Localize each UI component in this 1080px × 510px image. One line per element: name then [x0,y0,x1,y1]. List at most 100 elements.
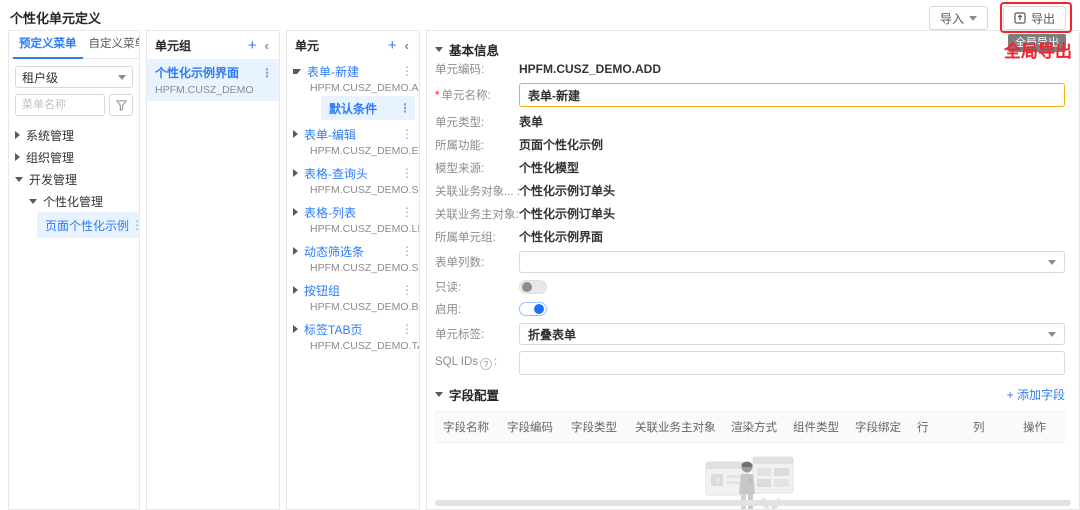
import-button-label: 导入 [940,10,964,27]
tree-item-label: 个性化管理 [43,193,103,210]
caret-down-icon[interactable] [293,69,301,74]
basic-info-section-header[interactable]: 基本信息 [435,37,1065,61]
tab-custom-menu[interactable]: 自定义菜单 [83,31,141,59]
export-button[interactable]: 导出 [1003,6,1066,30]
add-field-button[interactable]: + 添加字段 [1007,386,1065,403]
caret-right-icon[interactable] [293,286,298,294]
more-actions-icon[interactable]: ⋮ [399,322,415,336]
unit-item-label: 表单-编辑 [304,126,356,143]
chevron-down-icon [1048,260,1056,265]
export-button-label: 导出 [1031,10,1055,27]
more-actions-icon[interactable]: ⋮ [259,66,275,80]
unit-item-row[interactable]: 动态筛选条 ⋮ [293,241,415,261]
unit-group-panel: 单元组 + ‹ 个性化示例界面 ⋮ HPFM.CUSZ_DEMO [146,30,280,510]
unit-item-row[interactable]: 表单-编辑 ⋮ [293,124,415,144]
field-label-unit-name: *单元名称: [435,87,519,103]
add-unit-icon[interactable]: + [388,37,397,54]
caret-down-icon [435,47,443,52]
tree-item-label: 组织管理 [26,149,74,166]
more-actions-icon[interactable]: ⋮ [399,127,415,141]
unit-item-label: 标签TAB页 [304,321,362,338]
page-title: 个性化单元定义 [10,8,101,27]
col-field-type: 字段类型 [563,419,627,435]
horizontal-scrollbar[interactable] [435,500,1071,506]
unit-item-code: HPFM.CUSZ_DEMO.BUTT... [310,301,415,313]
caret-right-icon[interactable] [293,169,298,177]
more-actions-icon[interactable]: ⋮ [399,244,415,258]
menu-panel: 预定义菜单 自定义菜单 ‹ 租户级 系统管理 组织管理 开 [8,30,140,510]
col-field-binding: 字段绑定 [847,419,909,435]
caret-down-icon[interactable] [15,177,23,182]
caret-right-icon[interactable] [15,131,20,139]
unit-item-table-search-header: 表格-查询头 ⋮ HPFM.CUSZ_DEMO.SEARCH [287,161,419,200]
collapse-panel-icon[interactable]: ‹ [263,38,271,53]
more-actions-icon[interactable]: ⋮ [399,205,415,219]
level-select-value: 租户级 [22,69,118,86]
unit-item-row[interactable]: 按钮组 ⋮ [293,280,415,300]
readonly-toggle[interactable] [519,280,547,294]
unit-label-select[interactable]: 折叠表单 [519,323,1065,345]
enabled-toggle[interactable] [519,302,547,316]
field-value-function: 页面个性化示例 [519,136,603,153]
unit-item-row[interactable]: 表格-列表 ⋮ [293,202,415,222]
field-config-section-header: 字段配置 + 添加字段 [435,381,1065,407]
field-label-unit-label: 单元标签: [435,326,519,342]
unit-item-label: 动态筛选条 [304,243,364,260]
unit-item-row[interactable]: 表单-新建 ⋮ [293,61,415,81]
unit-item-row[interactable]: 表格-查询头 ⋮ [293,163,415,183]
more-actions-icon[interactable]: ⋮ [397,101,413,115]
toggle-knob [534,304,544,314]
tree-item-dev-mgmt[interactable]: 开发管理 [9,168,139,190]
field-label-form-columns: 表单列数: [435,254,519,270]
caret-right-icon[interactable] [293,130,298,138]
chevron-down-icon [969,16,977,21]
unit-child-default-condition[interactable]: 默认条件 ⋮ [321,96,415,120]
col-row: 行 [909,419,965,435]
unit-item-label: 表格-列表 [304,204,356,221]
filter-button[interactable] [109,94,133,116]
more-actions-icon[interactable]: ⋮ [399,64,415,78]
more-actions-icon[interactable]: ⋮ [399,166,415,180]
menu-tree: 系统管理 组织管理 开发管理 个性化管理 页面个性化示例 ⋮ [9,124,139,238]
caret-right-icon[interactable] [293,247,298,255]
menu-search-input[interactable] [15,94,105,116]
unit-label-value: 折叠表单 [528,326,1048,343]
unit-item-row[interactable]: 标签TAB页 ⋮ [293,319,415,339]
help-icon[interactable]: ? [480,358,492,370]
tree-item-org-mgmt[interactable]: 组织管理 [9,146,139,168]
unit-item-label: 按钮组 [304,282,340,299]
tree-item-label: 页面个性化示例 [45,217,129,234]
more-actions-icon[interactable]: ⋮ [399,283,415,297]
unit-item-code: HPFM.CUSZ_DEMO.TAB [310,340,415,352]
caret-right-icon[interactable] [293,325,298,333]
caret-down-icon[interactable] [435,392,443,397]
field-config-table-header: 字段名称 字段编码 字段类型 关联业务主对象 渲染方式 组件类型 字段绑定 行 … [435,411,1065,443]
caret-right-icon[interactable] [293,208,298,216]
unit-group-panel-title: 单元组 [155,37,191,54]
unit-item-form-add: 表单-新建 ⋮ HPFM.CUSZ_DEMO.ADD 默认条件 ⋮ [287,59,419,122]
tree-item-page-personalization-demo[interactable]: 页面个性化示例 ⋮ [37,212,139,238]
field-value-unit-code: HPFM.CUSZ_DEMO.ADD [519,62,661,76]
tree-item-system-mgmt[interactable]: 系统管理 [9,124,139,146]
unit-item-code: HPFM.CUSZ_DEMO.SEAR... [310,262,415,274]
add-unit-group-icon[interactable]: + [248,37,257,54]
field-label-enabled: 启用: [435,301,519,317]
unit-item-code: HPFM.CUSZ_DEMO.LIST [310,223,415,235]
collapse-panel-icon[interactable]: ‹ [403,38,411,53]
unit-item-form-edit: 表单-编辑 ⋮ HPFM.CUSZ_DEMO.EDIT [287,122,419,161]
unit-group-item[interactable]: 个性化示例界面 ⋮ HPFM.CUSZ_DEMO [147,59,279,101]
level-select[interactable]: 租户级 [15,66,133,88]
form-columns-select[interactable] [519,251,1065,273]
tree-item-label: 开发管理 [29,171,77,188]
field-label-readonly: 只读: [435,279,519,295]
caret-right-icon[interactable] [15,153,20,161]
unit-name-input[interactable] [519,83,1065,107]
more-actions-icon[interactable]: ⋮ [129,218,140,232]
sql-ids-input[interactable] [519,351,1065,375]
import-button[interactable]: 导入 [929,6,988,30]
caret-down-icon[interactable] [29,199,37,204]
tree-item-personalization-mgmt[interactable]: 个性化管理 [9,190,139,212]
col-field-name: 字段名称 [435,419,499,435]
annotation-text: 全局导出 [1004,37,1072,62]
tab-predefined-menu[interactable]: 预定义菜单 [13,31,83,59]
